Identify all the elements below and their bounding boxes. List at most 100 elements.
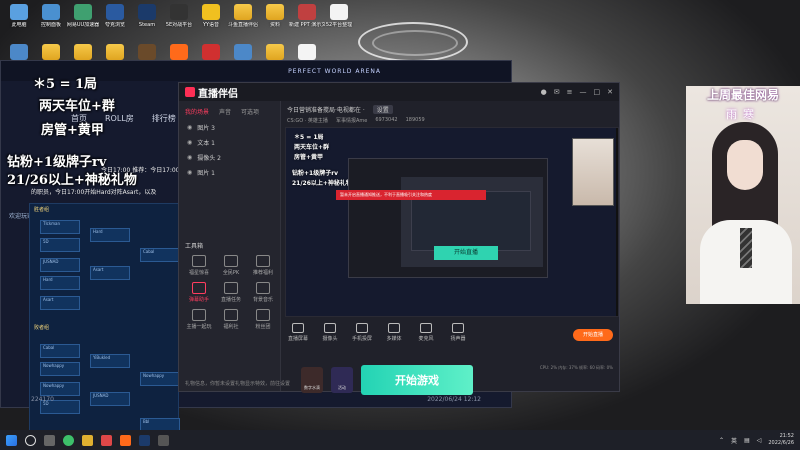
language-indicator[interactable]: 英	[731, 436, 737, 445]
toolbox-item[interactable]: 福星惊喜	[183, 255, 215, 276]
desktop-icon[interactable]: YY语音	[193, 4, 229, 28]
toolbox-item[interactable]: 福利社	[215, 309, 247, 330]
dock-item[interactable]: 扬声器	[447, 323, 469, 342]
menu-icon[interactable]: ≡	[567, 88, 573, 96]
bracket-match: Nowhappy	[140, 372, 180, 386]
desktop-icon[interactable]: 斗鱼直播伴侣	[225, 4, 261, 28]
clock-time: 21:52	[779, 433, 794, 439]
bracket-head: 胜者组	[34, 207, 50, 213]
source-label: 摄像头 2	[197, 155, 221, 162]
steam-icon[interactable]	[139, 434, 150, 446]
nested-overlay: 21/26以上+神秘礼物	[292, 180, 352, 187]
dock-icon	[452, 323, 464, 333]
source-item[interactable]: ◉ 图片 1	[179, 165, 280, 180]
network-icon[interactable]: ▤	[744, 437, 750, 444]
desktop-icon[interactable]: Steam	[129, 4, 165, 28]
desktop-icon[interactable]: 控制面板	[33, 4, 69, 28]
clock[interactable]: 21:52 2022/6/26	[768, 433, 794, 447]
browser-icon[interactable]	[63, 434, 74, 446]
desktop-icon[interactable]: 夸克浏览	[97, 4, 133, 28]
desktop-icon[interactable]: 52平台整理	[321, 4, 357, 28]
desktop-icon[interactable]: 资料	[257, 4, 293, 28]
tab-my-scene[interactable]: 我的场景	[185, 107, 209, 116]
dock-item[interactable]: 摄像头	[319, 323, 341, 342]
toolbox-item[interactable]: 全民PK	[215, 255, 247, 276]
nested-overlay: 房管+黄甲	[294, 154, 324, 161]
close-icon[interactable]: ✕	[607, 88, 613, 96]
source-item[interactable]: ◉ 图片 3	[179, 120, 280, 135]
clock-date: 2022/6/26	[768, 440, 794, 446]
toolbox-item[interactable]: 主播一起玩	[183, 309, 215, 330]
folder-icon[interactable]	[82, 434, 93, 446]
settings-badge[interactable]: 设置	[372, 105, 393, 114]
app-icon	[138, 44, 156, 60]
overlay-rule: ＊5 = 1局	[33, 77, 98, 92]
eye-icon[interactable]: ◉	[187, 124, 192, 131]
source-label: 图片 3	[197, 125, 215, 132]
overlay-line: 两天车位+群	[39, 99, 115, 114]
mini-tile[interactable]: 活动	[331, 367, 353, 393]
start-live-button[interactable]: 开始直播	[573, 329, 613, 341]
source-item[interactable]: ◉ 摄像头 2	[179, 150, 280, 165]
app-icon[interactable]	[158, 434, 169, 446]
volume-icon[interactable]: ◁	[757, 437, 762, 444]
toolbox-item[interactable]: 直播任务	[215, 282, 247, 303]
dock-item[interactable]: 多媒体	[383, 323, 405, 342]
minimize-icon[interactable]: —	[580, 88, 587, 96]
task-view-icon[interactable]	[44, 434, 55, 446]
app-icon[interactable]	[101, 434, 112, 446]
dock-item[interactable]: 手机投屏	[351, 323, 373, 342]
tool-icon	[224, 309, 238, 321]
source-item[interactable]: ◉ 文本 1	[179, 135, 280, 150]
tool-icon	[192, 255, 206, 267]
toolbox-item[interactable]: 弹幕助手	[183, 282, 215, 303]
windows-start-icon[interactable]	[6, 434, 17, 446]
bracket-match: 5D	[40, 238, 80, 252]
tab-sound[interactable]: 声音	[219, 107, 231, 116]
dock-item-label: 扬声器	[450, 336, 466, 342]
toolbox-item[interactable]: 背景音乐	[247, 282, 279, 303]
dock-item[interactable]: 直播屏幕	[287, 323, 309, 342]
eye-icon[interactable]: ◉	[187, 154, 192, 161]
like-count: 170	[42, 396, 54, 403]
desktop-icon-label: 资料	[269, 22, 280, 28]
preview-header: 今日营销准备搅局·电视都在 · 设置	[287, 105, 393, 114]
companion-logo: 直播伴侣	[185, 85, 238, 100]
tab-options[interactable]: 可选项	[241, 107, 259, 116]
taskbar: ⌃ 英 ▤ ◁ 21:52 2022/6/26	[0, 430, 800, 450]
desktop-icon[interactable]: 网易UU加速器	[65, 4, 101, 28]
mail-icon[interactable]: ✉	[554, 88, 560, 96]
gift-status-text: 礼物信息，你暂未设置礼物显示特效，前往设置	[185, 381, 291, 387]
desktop-icon[interactable]: 此电脑	[1, 4, 37, 28]
app-icon	[202, 44, 220, 60]
chevron-up-icon[interactable]: ⌃	[719, 437, 724, 444]
desktop-icon[interactable]: 5E对战平台	[161, 4, 197, 28]
bracket-match: Nowhappy	[40, 362, 80, 376]
mini-tile[interactable]: 数字水滴	[301, 367, 323, 393]
avatar-icon[interactable]: ●	[541, 88, 547, 96]
stream-date: 2022/06/24 12:12	[427, 396, 481, 403]
desktop-icon[interactable]: 新建 PPT 演示文稿	[289, 4, 325, 28]
toolbox-item[interactable]: 粉丝团	[247, 309, 279, 330]
toolbox-item-label: 全民PK	[222, 270, 240, 276]
folder-icon	[106, 44, 124, 60]
tab-ranking[interactable]: 排行榜	[152, 113, 176, 124]
folder-icon	[74, 44, 92, 60]
bracket-match: YiBukled	[90, 354, 130, 368]
live-preview[interactable]: ＊5 = 1局 两天车位+群 房管+黄甲 钻粉+1级牌子rv 21/26以上+神…	[285, 127, 619, 317]
dock-item[interactable]: 麦克风	[415, 323, 437, 342]
eye-icon[interactable]: ◉	[187, 139, 192, 146]
folder-icon	[234, 4, 252, 20]
live-app-icon[interactable]	[120, 434, 131, 446]
scene-tabs: 我的场景 声音 可选项	[179, 101, 280, 120]
toolbox-item[interactable]: 推荐福利	[247, 255, 279, 276]
viewer-count: 224	[31, 396, 43, 403]
eye-icon[interactable]: ◉	[187, 169, 192, 176]
toolbox-item-label: 粉丝团	[255, 324, 271, 330]
webcam-person-face	[727, 140, 763, 190]
nested-overlay: 两天车位+群	[294, 144, 330, 151]
start-game-button[interactable]: 开始游戏	[361, 365, 473, 395]
maximize-icon[interactable]: □	[594, 88, 601, 96]
search-icon[interactable]	[25, 434, 36, 446]
tab-roll[interactable]: ROLL房	[105, 113, 134, 124]
